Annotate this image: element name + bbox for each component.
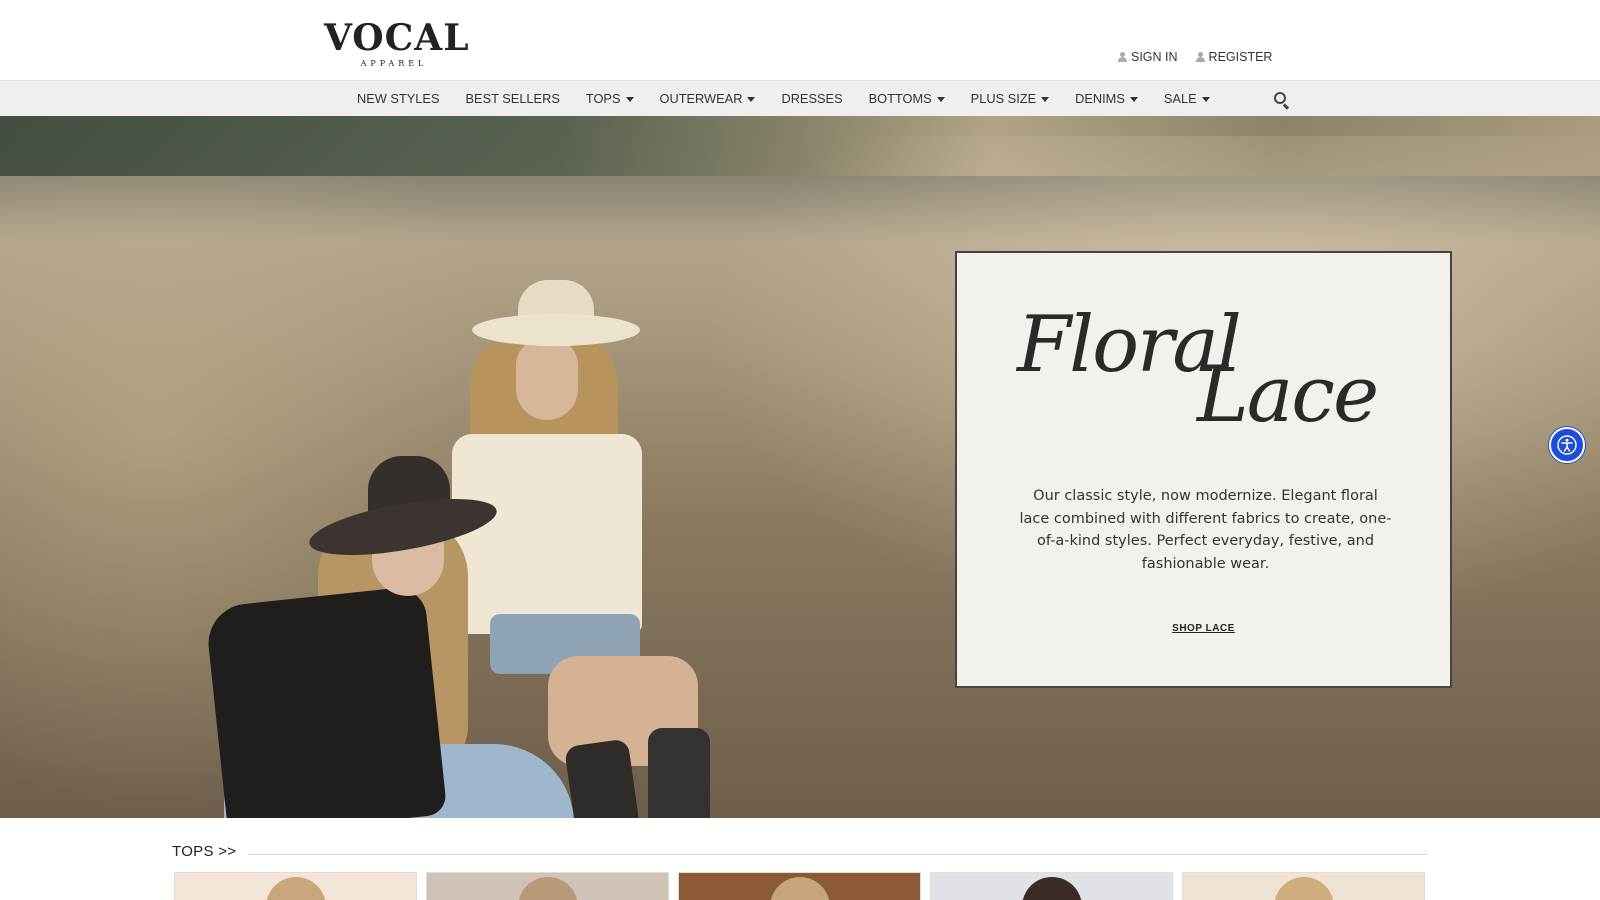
register-link[interactable]: REGISTER xyxy=(1195,50,1273,64)
model-image xyxy=(305,456,501,567)
nav-items: NEW STYLES BEST SELLERS TOPS OUTERWEAR D… xyxy=(357,81,1210,117)
nav-item-label: OUTERWEAR xyxy=(659,91,743,106)
brand-tagline: APPAREL xyxy=(360,59,428,68)
hero-title: Floral Lace xyxy=(1017,303,1417,443)
model-image xyxy=(204,585,448,818)
user-icon xyxy=(1195,52,1205,62)
model-image xyxy=(516,338,578,420)
product-card[interactable] xyxy=(426,872,669,900)
nav-item-dresses[interactable]: DRESSES xyxy=(781,81,842,117)
nav-item-label: PLUS SIZE xyxy=(970,91,1037,106)
nav-item-denims[interactable]: DENIMS xyxy=(1075,81,1138,117)
brand-name: VOCAL xyxy=(324,17,470,59)
section-divider xyxy=(248,854,1428,855)
hero-description: Our classic style, now modernize. Elegan… xyxy=(1019,488,1392,572)
product-image xyxy=(1021,877,1082,900)
product-card[interactable] xyxy=(1182,872,1425,900)
nav-item-label: DENIMS xyxy=(1075,91,1125,106)
nav-item-sale[interactable]: SALE xyxy=(1164,81,1210,117)
nav-item-outerwear[interactable]: OUTERWEAR xyxy=(660,81,756,117)
nav-item-label: DRESSES xyxy=(781,91,843,106)
sign-in-link[interactable]: SIGN IN xyxy=(1118,50,1178,64)
user-icon xyxy=(1118,52,1127,62)
hero-promo-card: Floral Lace Our classic style, now moder… xyxy=(955,251,1452,688)
search-icon[interactable] xyxy=(1274,92,1290,110)
product-image xyxy=(769,877,830,900)
product-image xyxy=(265,877,326,900)
nav-item-label: BEST SELLERS xyxy=(465,91,560,106)
caret-down-icon xyxy=(747,96,756,102)
product-row xyxy=(174,872,1425,900)
nav-item-label: BOTTOMS xyxy=(868,91,932,106)
model-image xyxy=(648,728,710,818)
nav-item-label: SALE xyxy=(1163,91,1197,106)
register-label: REGISTER xyxy=(1208,50,1273,64)
accessibility-icon xyxy=(1557,435,1577,455)
caret-down-icon xyxy=(936,96,945,102)
account-links: SIGN IN REGISTER xyxy=(1118,50,1272,64)
nav-item-new-styles[interactable]: NEW STYLES xyxy=(357,81,440,117)
sign-in-label: SIGN IN xyxy=(1131,50,1178,64)
nav-item-tops[interactable]: TOPS xyxy=(586,81,634,117)
caret-down-icon xyxy=(1129,96,1138,102)
nav-item-best-sellers[interactable]: BEST SELLERS xyxy=(466,81,560,117)
nav-item-bottoms[interactable]: BOTTOMS xyxy=(869,81,945,117)
caret-down-icon xyxy=(1041,96,1050,102)
product-card[interactable] xyxy=(678,872,921,900)
product-card[interactable] xyxy=(930,872,1173,900)
section-title-tops[interactable]: TOPS >> xyxy=(172,843,236,860)
product-image xyxy=(1273,877,1334,900)
brand-logo[interactable]: VOCAL APPAREL xyxy=(324,17,470,68)
nav-item-label: NEW STYLES xyxy=(357,91,440,106)
nav-item-plus-size[interactable]: PLUS SIZE xyxy=(970,81,1050,117)
nav-item-label: TOPS xyxy=(585,91,621,106)
main-nav: NEW STYLES BEST SELLERS TOPS OUTERWEAR D… xyxy=(0,80,1600,116)
caret-down-icon xyxy=(625,96,634,102)
caret-down-icon xyxy=(1201,96,1210,102)
shop-lace-link[interactable]: SHOP LACE xyxy=(957,623,1450,634)
hero-title-line2: Lace xyxy=(1197,350,1379,440)
accessibility-button[interactable] xyxy=(1549,427,1585,463)
model-image xyxy=(472,280,640,350)
product-image xyxy=(517,877,578,900)
product-card[interactable] xyxy=(174,872,417,900)
site-header: VOCAL APPAREL SIGN IN REGISTER xyxy=(0,0,1600,80)
